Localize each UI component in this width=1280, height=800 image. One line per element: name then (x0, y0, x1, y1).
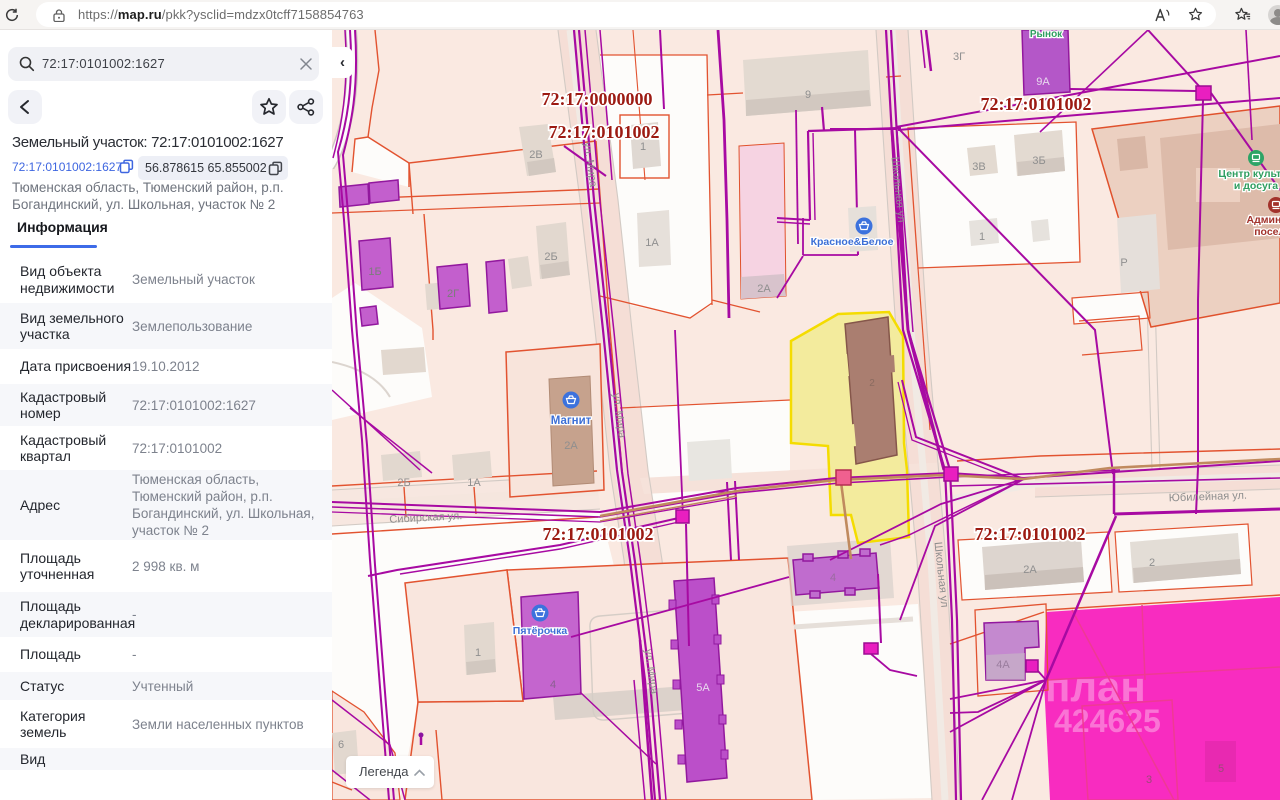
svg-text:2: 2 (869, 378, 875, 389)
svg-text:9: 9 (805, 89, 811, 101)
svg-text:2: 2 (1149, 557, 1155, 569)
svg-text:Магнит: Магнит (551, 415, 592, 427)
svg-text:1А: 1А (467, 477, 481, 489)
svg-text:Центр культур: Центр культур (1218, 168, 1280, 180)
svg-text:3: 3 (1146, 774, 1152, 786)
svg-text:и досуга: и досуга (1234, 180, 1278, 192)
svg-text:5: 5 (1218, 763, 1224, 775)
svg-text:6: 6 (338, 739, 344, 751)
svg-text:1А: 1А (645, 237, 659, 249)
svg-text:3В: 3В (972, 161, 985, 173)
svg-text:2А: 2А (1023, 564, 1037, 576)
svg-text:1: 1 (979, 231, 985, 243)
svg-text:Р: Р (1120, 257, 1127, 269)
svg-text:Администрац: Администрац (1247, 214, 1280, 226)
svg-text:72:17:0101002: 72:17:0101002 (549, 122, 660, 142)
svg-text:Рынок: Рынок (1030, 30, 1063, 40)
svg-text:424625: 424625 (1054, 703, 1161, 739)
svg-text:72:17:0101002: 72:17:0101002 (543, 524, 654, 544)
svg-text:Красное&Белое: Красное&Белое (811, 236, 894, 248)
svg-text:72:17:0101002: 72:17:0101002 (981, 94, 1092, 114)
svg-text:2А: 2А (564, 440, 578, 452)
svg-text:3Б: 3Б (1032, 155, 1045, 167)
svg-text:1: 1 (640, 141, 646, 153)
svg-text:72:17:0101002: 72:17:0101002 (975, 524, 1086, 544)
svg-text:поселения: поселения (1254, 226, 1280, 238)
svg-text:3Г: 3Г (953, 51, 965, 63)
svg-text:2Г: 2Г (447, 288, 459, 300)
svg-text:Пятёрочка: Пятёрочка (513, 625, 568, 637)
svg-text:5А: 5А (696, 682, 710, 694)
svg-text:4А: 4А (996, 659, 1010, 671)
svg-text:2Б: 2Б (544, 251, 557, 263)
svg-text:2В: 2В (529, 149, 542, 161)
svg-text:2А: 2А (757, 283, 771, 295)
svg-text:9А: 9А (1036, 76, 1050, 88)
svg-text:1: 1 (475, 647, 481, 659)
svg-text:72:17:0000000: 72:17:0000000 (542, 89, 653, 109)
svg-text:4: 4 (550, 679, 556, 691)
svg-text:2Б: 2Б (397, 477, 410, 489)
svg-text:1Б: 1Б (368, 266, 381, 278)
svg-text:4: 4 (830, 572, 836, 584)
